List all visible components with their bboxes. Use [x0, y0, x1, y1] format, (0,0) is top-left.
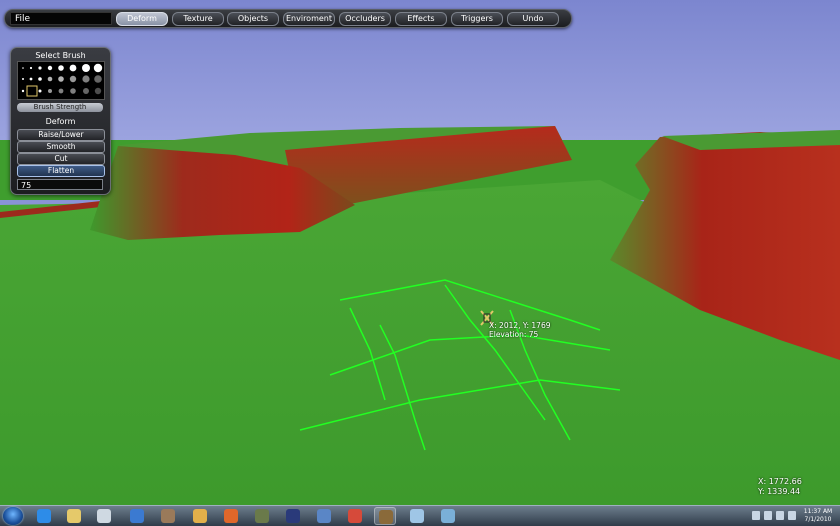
raise-lower-button[interactable]: Raise/Lower — [17, 129, 105, 141]
menu-undo[interactable]: Undo — [507, 12, 559, 26]
paint-icon — [348, 509, 362, 523]
taskbar-library-icon[interactable] — [282, 507, 304, 525]
ie-icon — [37, 509, 51, 523]
brush-thumbnails[interactable] — [18, 62, 104, 99]
menu-objects[interactable]: Objects — [227, 12, 279, 26]
taskbar-firefox-icon[interactable] — [220, 507, 242, 525]
top-menu-bar: File Deform Texture Objects Enviroment O… — [4, 9, 572, 28]
taskbar-pencil-icon[interactable] — [189, 507, 211, 525]
taskbar-globe-icon[interactable] — [406, 507, 428, 525]
app-icon — [161, 509, 175, 523]
menu-enviroment[interactable]: Enviroment — [283, 12, 335, 26]
notepad-icon — [97, 509, 111, 523]
tray-arrow-icon[interactable] — [752, 511, 760, 520]
taskbar-app-icon[interactable] — [157, 507, 179, 525]
tray-volume-icon[interactable] — [776, 511, 784, 520]
brush-panel-title: Select Brush — [35, 51, 86, 60]
mushroom-icon — [379, 510, 393, 524]
terrain-viewport[interactable] — [0, 0, 840, 525]
taskbar-ie-icon[interactable] — [33, 507, 55, 525]
taskbar-notepad-icon[interactable] — [93, 507, 115, 525]
taskbar-dragon-icon[interactable] — [313, 507, 335, 525]
coord-x: X: 1772.66 — [758, 477, 802, 486]
menu-triggers[interactable]: Triggers — [451, 12, 503, 26]
taskbar-game-icon[interactable] — [251, 507, 273, 525]
taskbar-network-icon[interactable] — [437, 507, 459, 525]
brush-panel: Select Brush Brush Strength Deform Raise… — [10, 47, 111, 195]
clock-date[interactable]: 7/1/2010 — [799, 516, 837, 523]
menu-occluders[interactable]: Occluders — [339, 12, 391, 26]
clock-time[interactable]: 11:37 AM — [799, 508, 837, 515]
brush-selector-grid[interactable] — [17, 61, 105, 100]
folder-icon — [67, 509, 81, 523]
selected-brush — [26, 85, 38, 97]
menu-deform[interactable]: Deform — [116, 12, 168, 26]
camera-coordinates: X: 1772.66 Y: 1339.44 — [758, 477, 802, 497]
menu-effects[interactable]: Effects — [395, 12, 447, 26]
library-icon — [286, 509, 300, 523]
coord-y: Y: 1339.44 — [758, 487, 801, 496]
brush-value-input[interactable]: 75 — [17, 179, 103, 190]
globe-icon — [410, 509, 424, 523]
menu-texture[interactable]: Texture — [172, 12, 224, 26]
taskbar-display-icon[interactable] — [126, 507, 148, 525]
taskbar-paint-icon[interactable] — [344, 507, 366, 525]
windows-taskbar: 11:37 AM 7/1/2010 — [0, 505, 840, 526]
pencil-icon — [193, 509, 207, 523]
network-icon — [441, 509, 455, 523]
cursor-readout: X: 2012, Y: 1769 Elevation: 75 — [489, 321, 551, 339]
taskbar-mushroom-icon[interactable] — [374, 507, 396, 525]
dragon-icon — [317, 509, 331, 523]
flatten-button[interactable]: Flatten — [17, 165, 105, 177]
cursor-position: X: 2012, Y: 1769 — [489, 321, 551, 330]
file-menu[interactable]: File — [10, 12, 112, 25]
smooth-button[interactable]: Smooth — [17, 141, 105, 153]
tray-flag-icon[interactable] — [764, 511, 772, 520]
terrain-scene[interactable] — [0, 0, 840, 525]
firefox-icon — [224, 509, 238, 523]
system-tray: 11:37 AM 7/1/2010 — [742, 508, 840, 525]
brush-strength-slider[interactable]: Brush Strength — [17, 103, 103, 112]
cursor-elevation: Elevation: 75 — [489, 330, 539, 339]
cut-button[interactable]: Cut — [17, 153, 105, 165]
deform-mode-label: Deform — [45, 117, 76, 126]
taskbar-folder-icon[interactable] — [63, 507, 85, 525]
start-button[interactable] — [3, 507, 23, 525]
game-icon — [255, 509, 269, 523]
tray-network-icon[interactable] — [788, 511, 796, 520]
display-icon — [130, 509, 144, 523]
